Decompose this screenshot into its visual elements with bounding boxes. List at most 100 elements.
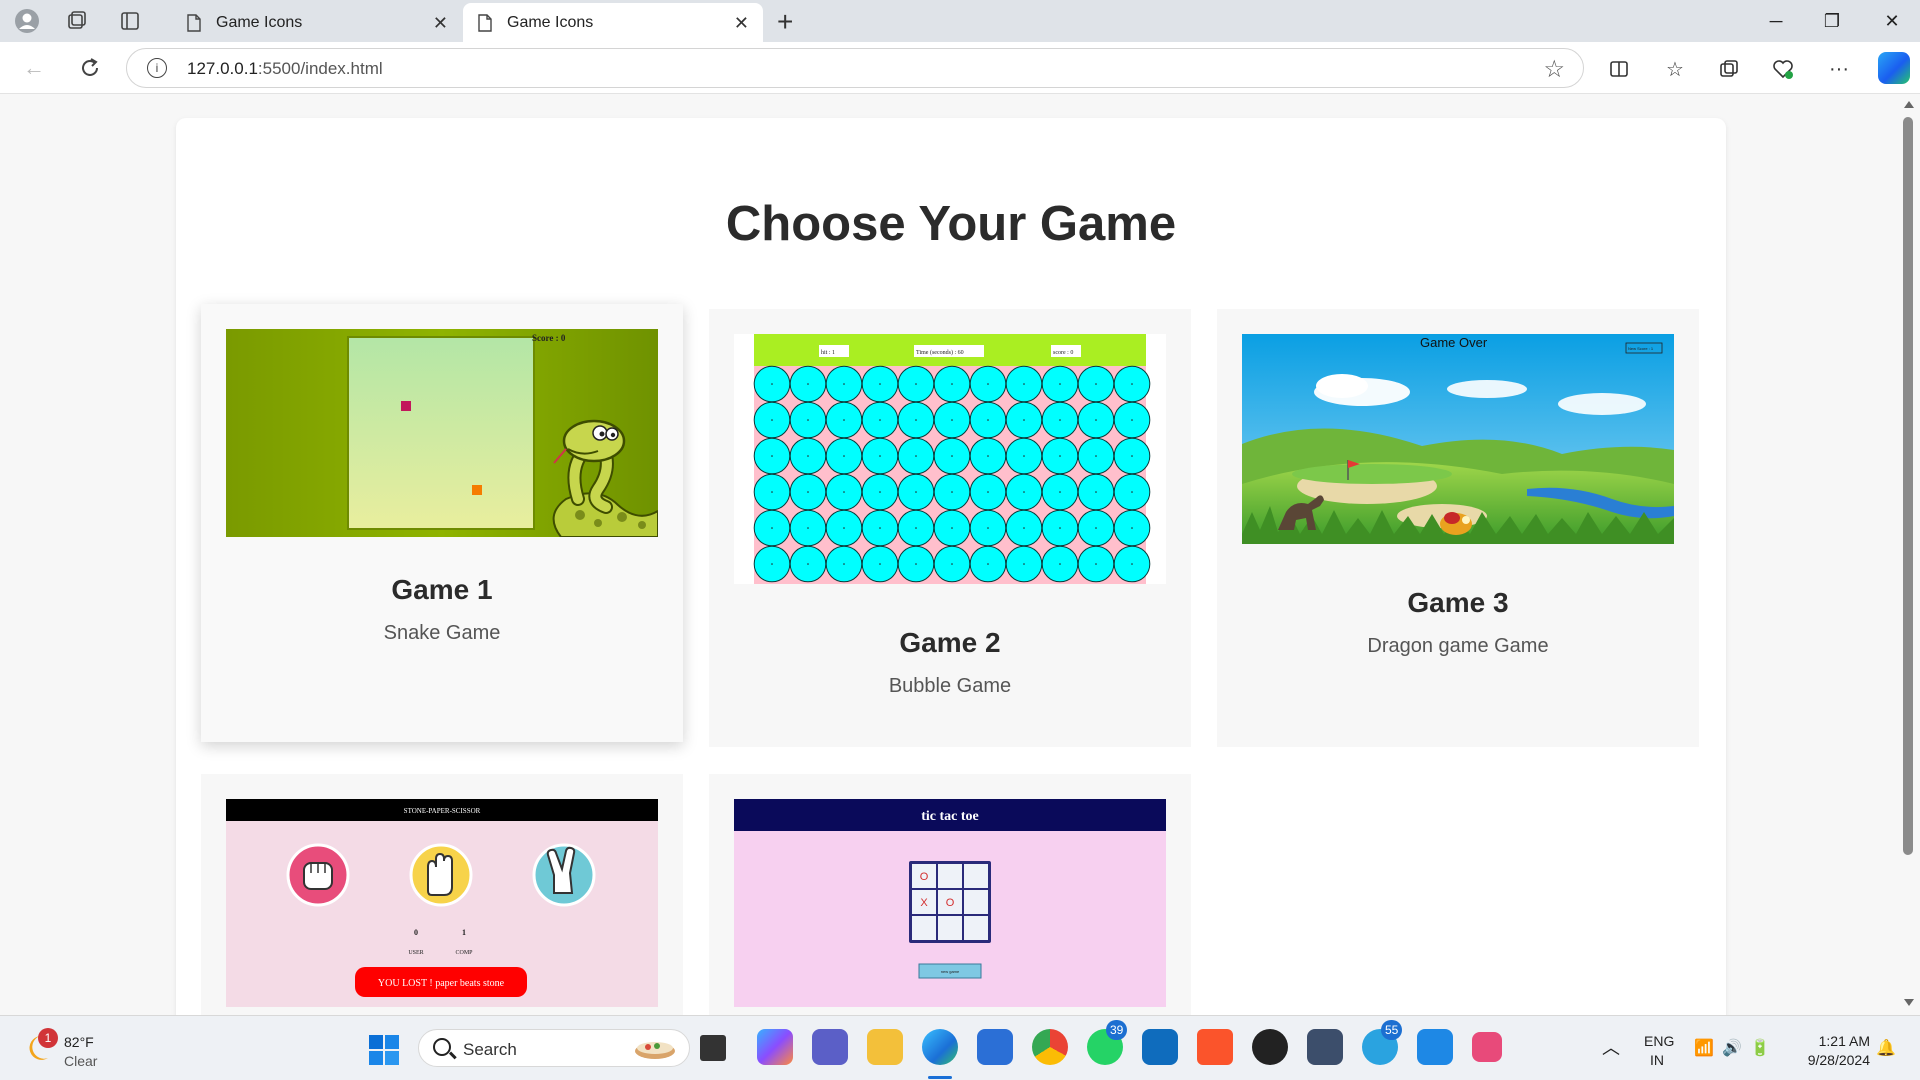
game-card-3[interactable]: Game Over New Score : 1 Game 3 Dragon ga… xyxy=(1217,309,1699,747)
close-tab-icon[interactable]: ✕ xyxy=(734,13,749,34)
rps-result-message: YOU LOST ! paper beats stone xyxy=(378,978,505,989)
collections-icon[interactable] xyxy=(1714,54,1744,84)
game-card-4[interactable]: STONE-PAPER-SCISSOR 0 1 USER COMP YOU LO… xyxy=(201,774,683,1015)
edge-icon[interactable] xyxy=(922,1029,958,1065)
whatsapp-badge: 39 xyxy=(1106,1020,1128,1040)
clock-time[interactable]: 1:21 AM xyxy=(1810,1033,1870,1049)
search-icon xyxy=(433,1038,451,1056)
ttt-cell xyxy=(938,864,962,888)
ttt-cell xyxy=(964,890,988,914)
favorites-icon[interactable]: ☆ xyxy=(1660,54,1690,84)
vertical-scrollbar[interactable] xyxy=(1898,95,1920,1015)
split-screen-icon[interactable] xyxy=(1604,54,1634,84)
microsoft-store-icon[interactable] xyxy=(977,1029,1013,1065)
bubble-game-thumbnail: hit : 1 Time (seconds) : 60 score : 0 xyxy=(734,334,1166,584)
address-bar[interactable]: i 127.0.0.1:5500/index.html ☆ xyxy=(126,48,1584,88)
game-over-text: Game Over xyxy=(1420,335,1488,350)
user-label: USER xyxy=(408,950,423,956)
weather-alert-badge: 1 xyxy=(38,1028,58,1048)
snake-score: Score : 0 xyxy=(532,333,566,343)
refresh-button[interactable] xyxy=(76,54,104,82)
address-toolbar: ← i 127.0.0.1:5500/index.html ☆ ☆ ··· xyxy=(0,42,1920,94)
ttt-mark: O xyxy=(920,871,929,883)
profile-icon[interactable] xyxy=(14,8,40,34)
volume-icon[interactable]: 🔊 xyxy=(1722,1038,1742,1058)
ttt-board: O X O xyxy=(909,861,991,943)
page-title: Choose Your Game xyxy=(725,197,1177,251)
minimize-button[interactable]: ─ xyxy=(1756,6,1796,36)
ttt-mark: O xyxy=(946,897,955,909)
close-tab-icon[interactable]: ✕ xyxy=(433,13,448,34)
tab-game-icons-2[interactable]: Game Icons ✕ xyxy=(463,3,763,42)
close-window-button[interactable]: ✕ xyxy=(1872,6,1912,36)
site-info-icon[interactable]: i xyxy=(147,58,167,78)
paper-choice-icon xyxy=(409,843,473,907)
more-options-icon[interactable]: ··· xyxy=(1824,54,1854,84)
tab-actions-icon[interactable] xyxy=(117,8,143,34)
new-tab-button[interactable]: + xyxy=(777,6,793,38)
ttt-cell xyxy=(938,916,962,940)
game-title: Game 3 xyxy=(1407,587,1509,618)
copilot-app-icon[interactable] xyxy=(757,1029,793,1065)
telegram-badge: 55 xyxy=(1381,1020,1403,1040)
user-score: 0 xyxy=(414,928,418,937)
media-player-icon[interactable] xyxy=(1252,1029,1288,1065)
dragon-game-thumbnail: Game Over New Score : 1 xyxy=(1242,334,1674,544)
copilot-icon[interactable] xyxy=(1878,52,1910,84)
page-icon xyxy=(478,13,492,32)
workspaces-icon[interactable] xyxy=(64,8,90,34)
taskbar-search[interactable]: Search xyxy=(418,1029,690,1067)
game-title: Game 2 xyxy=(899,627,1001,658)
snake-game-thumbnail: Score : 0 xyxy=(226,329,658,537)
task-view-icon[interactable] xyxy=(700,1035,726,1061)
outlook-icon[interactable] xyxy=(1142,1029,1178,1065)
tictactoe-game-thumbnail: tic tac toe O X O new game xyxy=(734,799,1166,1007)
tab-game-icons-1[interactable]: Game Icons ✕ xyxy=(172,3,462,42)
scroll-up-icon[interactable] xyxy=(1904,101,1914,108)
scrollbar-thumb[interactable] xyxy=(1903,117,1913,855)
mysql-workbench-icon[interactable] xyxy=(1307,1029,1343,1065)
games-container: Choose Your Game Score : 0 Game 1 Snake … xyxy=(176,118,1726,1015)
favorite-star-icon[interactable]: ☆ xyxy=(1543,55,1565,84)
ttt-cell xyxy=(964,864,988,888)
game-card-5[interactable]: tic tac toe O X O new game xyxy=(709,774,1191,1015)
new-game-button: new game xyxy=(941,969,960,974)
game-description: Snake Game xyxy=(383,622,501,644)
teams-icon[interactable] xyxy=(812,1029,848,1065)
bubble-timer-label: Time (seconds) : 60 xyxy=(916,349,964,356)
wifi-icon[interactable]: 📶 xyxy=(1694,1038,1714,1058)
game-card-1[interactable]: Score : 0 Game 1 Snake Game xyxy=(201,304,683,742)
battery-icon[interactable]: 🔋 xyxy=(1750,1038,1770,1058)
restore-button[interactable]: ❐ xyxy=(1812,6,1852,36)
page-viewport: Choose Your Game Score : 0 Game 1 Snake … xyxy=(0,95,1898,1015)
show-hidden-icons-chevron[interactable]: ︿ xyxy=(1602,1034,1620,1060)
url-text[interactable]: 127.0.0.1:5500/index.html xyxy=(187,59,383,79)
scroll-down-icon[interactable] xyxy=(1904,999,1914,1006)
stone-choice-icon xyxy=(286,843,350,907)
brave-icon[interactable] xyxy=(1197,1029,1233,1065)
snipping-tool-icon[interactable] xyxy=(1472,1032,1502,1062)
notification-bell-icon[interactable]: 🔔 xyxy=(1876,1038,1896,1058)
file-explorer-icon[interactable] xyxy=(867,1029,903,1065)
rps-header: STONE-PAPER-SCISSOR xyxy=(404,807,481,815)
game-description: Bubble Game xyxy=(888,675,1012,697)
ttt-cell xyxy=(964,916,988,940)
bubble-hit-label: hit : 1 xyxy=(821,350,835,356)
search-highlight-icon xyxy=(635,1042,675,1059)
weather-widget[interactable]: 1 82°F Clear xyxy=(22,1028,142,1070)
chrome-icon[interactable] xyxy=(1032,1029,1068,1065)
active-app-indicator xyxy=(928,1076,952,1079)
language-lang[interactable]: ENG xyxy=(1644,1033,1674,1049)
clock-date[interactable]: 9/28/2024 xyxy=(1794,1052,1870,1068)
back-button[interactable]: ← xyxy=(20,54,48,82)
comp-score: 1 xyxy=(462,928,466,937)
tab-strip: Game Icons ✕ Game Icons ✕ + ─ ❐ ✕ xyxy=(0,0,1920,42)
game-title: Game 1 xyxy=(391,574,493,605)
game-card-2[interactable]: hit : 1 Time (seconds) : 60 score : 0 Ga… xyxy=(709,309,1191,747)
start-button[interactable] xyxy=(369,1035,399,1065)
vscode-icon[interactable] xyxy=(1417,1029,1453,1065)
page-icon xyxy=(187,13,201,32)
ttt-mark: X xyxy=(920,897,928,909)
language-region[interactable]: IN xyxy=(1650,1052,1664,1068)
browser-essentials-icon[interactable] xyxy=(1768,54,1798,84)
